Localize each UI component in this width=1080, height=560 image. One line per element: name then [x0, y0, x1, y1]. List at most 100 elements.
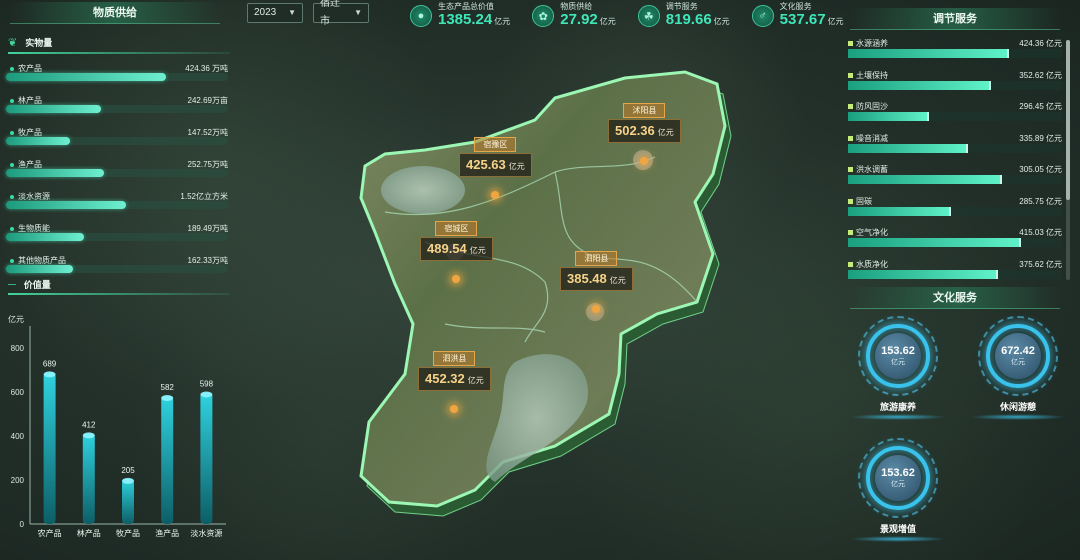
- culture-name: 景观增值: [879, 524, 916, 534]
- district-label-sucheng[interactable]: 宿城区 489.54 亿元: [420, 218, 493, 283]
- progress-track: [848, 238, 1062, 247]
- progress-track: [6, 265, 228, 273]
- regulation-item-amount: 285.75 亿元: [1019, 196, 1062, 206]
- kpi-bar: ● 生态产品总价值 1385.24 亿元 ✿ 物质供给 27.92 亿元 ☘ 调节服…: [410, 2, 844, 30]
- progress-track: [6, 137, 228, 145]
- kpi-material: ✿ 物质供给 27.92 亿元: [532, 2, 616, 30]
- physical-item: 林产品 242.69万亩: [6, 94, 228, 124]
- regulation-item: 土壤保持 352.62 亿元: [848, 70, 1062, 102]
- regulation-item-name: 防风固沙: [848, 101, 888, 112]
- kpi-value: 537.67: [779, 11, 826, 28]
- regulation-item-name: 洪水调蓄: [848, 164, 888, 175]
- y-tick-label: 800: [11, 344, 25, 353]
- culture-icon: ♂: [751, 5, 774, 27]
- regulation-item-name: 固碳: [848, 196, 872, 207]
- kpi-value: 1385.24: [438, 11, 493, 28]
- progress-track: [848, 80, 1062, 90]
- progress-fill: [6, 137, 71, 145]
- kpi-total: ● 生态产品总价值 1385.24 亿元: [410, 2, 510, 30]
- progress-fill: [6, 105, 102, 113]
- x-tick-label: 农产品: [38, 528, 62, 538]
- value-bar: [161, 395, 174, 524]
- value-data-label: 205: [121, 466, 135, 475]
- value-subhead-text: 价值量: [23, 280, 51, 290]
- district-name: 泗洪县: [433, 351, 476, 366]
- location-pin-icon: [592, 305, 601, 313]
- regulation-item-amount: 296.45 亿元: [1019, 102, 1062, 111]
- value-bar: [122, 478, 134, 524]
- progress-track: [6, 201, 228, 209]
- progress-track: [848, 269, 1062, 279]
- progress-track: [848, 112, 1062, 121]
- y-tick-label: 200: [11, 476, 25, 485]
- chevron-down-icon: ▼: [354, 8, 362, 17]
- value-data-label: 689: [43, 359, 57, 368]
- physical-item: 农产品 424.36 万吨: [6, 62, 228, 92]
- district-label-siyang[interactable]: 泗阳县 385.48 亿元: [560, 248, 633, 313]
- progress-fill: [6, 169, 104, 177]
- regulation-item-name: 土壤保持: [848, 70, 888, 81]
- progress-fill: [848, 238, 1022, 247]
- value-subhead: ─ 价值量: [8, 278, 51, 291]
- y-axis-label: 亿元: [8, 314, 24, 324]
- district-label-sihong[interactable]: 泗洪县 452.32 亿元: [418, 348, 491, 413]
- kpi-unit: 亿元: [827, 17, 844, 26]
- x-tick-label: 渔产品: [155, 528, 179, 538]
- value-bar-cap: [122, 477, 134, 484]
- regulation-item-amount: 415.03 亿元: [1019, 228, 1062, 237]
- district-value: 425.63: [466, 157, 506, 172]
- progress-track: [6, 169, 228, 177]
- kpi-value: 27.92: [560, 11, 598, 28]
- value-divider: [8, 293, 230, 295]
- district-name: 沭阳县: [623, 103, 666, 118]
- kpi-unit: 亿元: [494, 17, 511, 26]
- district-value: 502.36: [615, 123, 655, 138]
- progress-fill: [848, 175, 1003, 184]
- gauge-outer-ring: 672.42 亿元: [978, 316, 1058, 396]
- right-top-panel-title-text: 调节服务: [933, 13, 977, 25]
- culture-value: 672.42: [1001, 345, 1035, 357]
- physical-subhead: ❦ 实物量: [8, 36, 52, 49]
- lake-luoma: [381, 166, 465, 214]
- location-pin-icon: [640, 157, 649, 165]
- culture-name: 休闲游憩: [999, 402, 1036, 412]
- gauge-base-glow: [850, 536, 946, 542]
- kpi-unit: 亿元: [713, 17, 730, 26]
- value-bar-cap: [161, 394, 174, 401]
- sprout-icon: ✿: [532, 5, 555, 27]
- leaf-circle-icon: ●: [410, 5, 432, 27]
- left-panel-title-text: 物质供给: [93, 7, 137, 19]
- regulation-item: 洪水调蓄 305.05 亿元: [848, 164, 1062, 196]
- chevron-down-icon: ▼: [288, 8, 296, 17]
- city-select[interactable]: 宿迁市 ▼: [313, 0, 369, 27]
- leaf-icon: ─: [8, 278, 16, 291]
- value-bar: [82, 433, 95, 524]
- district-map: [359, 70, 732, 517]
- y-tick-label: 0: [20, 520, 25, 529]
- regulation-item-amount: 375.62 亿元: [1019, 259, 1062, 269]
- value-data-label: 412: [82, 420, 96, 429]
- culture-gauge-landscape: 153.62 亿元 景观增值: [848, 438, 948, 542]
- district-unit: 亿元: [657, 128, 674, 137]
- value-data-label: 598: [200, 379, 214, 388]
- district-label-suyu[interactable]: 宿豫区 425.63 亿元: [459, 134, 532, 199]
- progress-fill: [848, 49, 1009, 58]
- city-select-value: 宿迁市: [320, 0, 340, 27]
- right-bottom-panel-title-text: 文化服务: [933, 292, 977, 304]
- regulation-scrollbar[interactable]: [1066, 40, 1070, 280]
- location-pin-icon: [450, 405, 459, 413]
- culture-unit: 亿元: [1011, 359, 1025, 366]
- kpi-culture: ♂ 文化服务 537.67 亿元: [751, 2, 844, 30]
- regulation-item-amount: 305.05 亿元: [1019, 165, 1062, 174]
- regulation-item: 水源涵养 424.36 亿元: [848, 38, 1062, 70]
- culture-value: 153.62: [881, 345, 915, 357]
- culture-unit: 亿元: [891, 359, 905, 366]
- progress-fill: [6, 201, 126, 209]
- physical-item: 渔产品 252.75万吨: [6, 158, 228, 188]
- progress-fill: [848, 143, 968, 153]
- regulation-item: 防风固沙 296.45 亿元: [848, 101, 1062, 133]
- year-select[interactable]: 2023 ▼: [247, 3, 303, 23]
- district-value: 385.48: [567, 271, 607, 286]
- scrollbar-thumb[interactable]: [1066, 40, 1070, 200]
- district-label-shuyang[interactable]: 沭阳县 502.36 亿元: [608, 100, 681, 165]
